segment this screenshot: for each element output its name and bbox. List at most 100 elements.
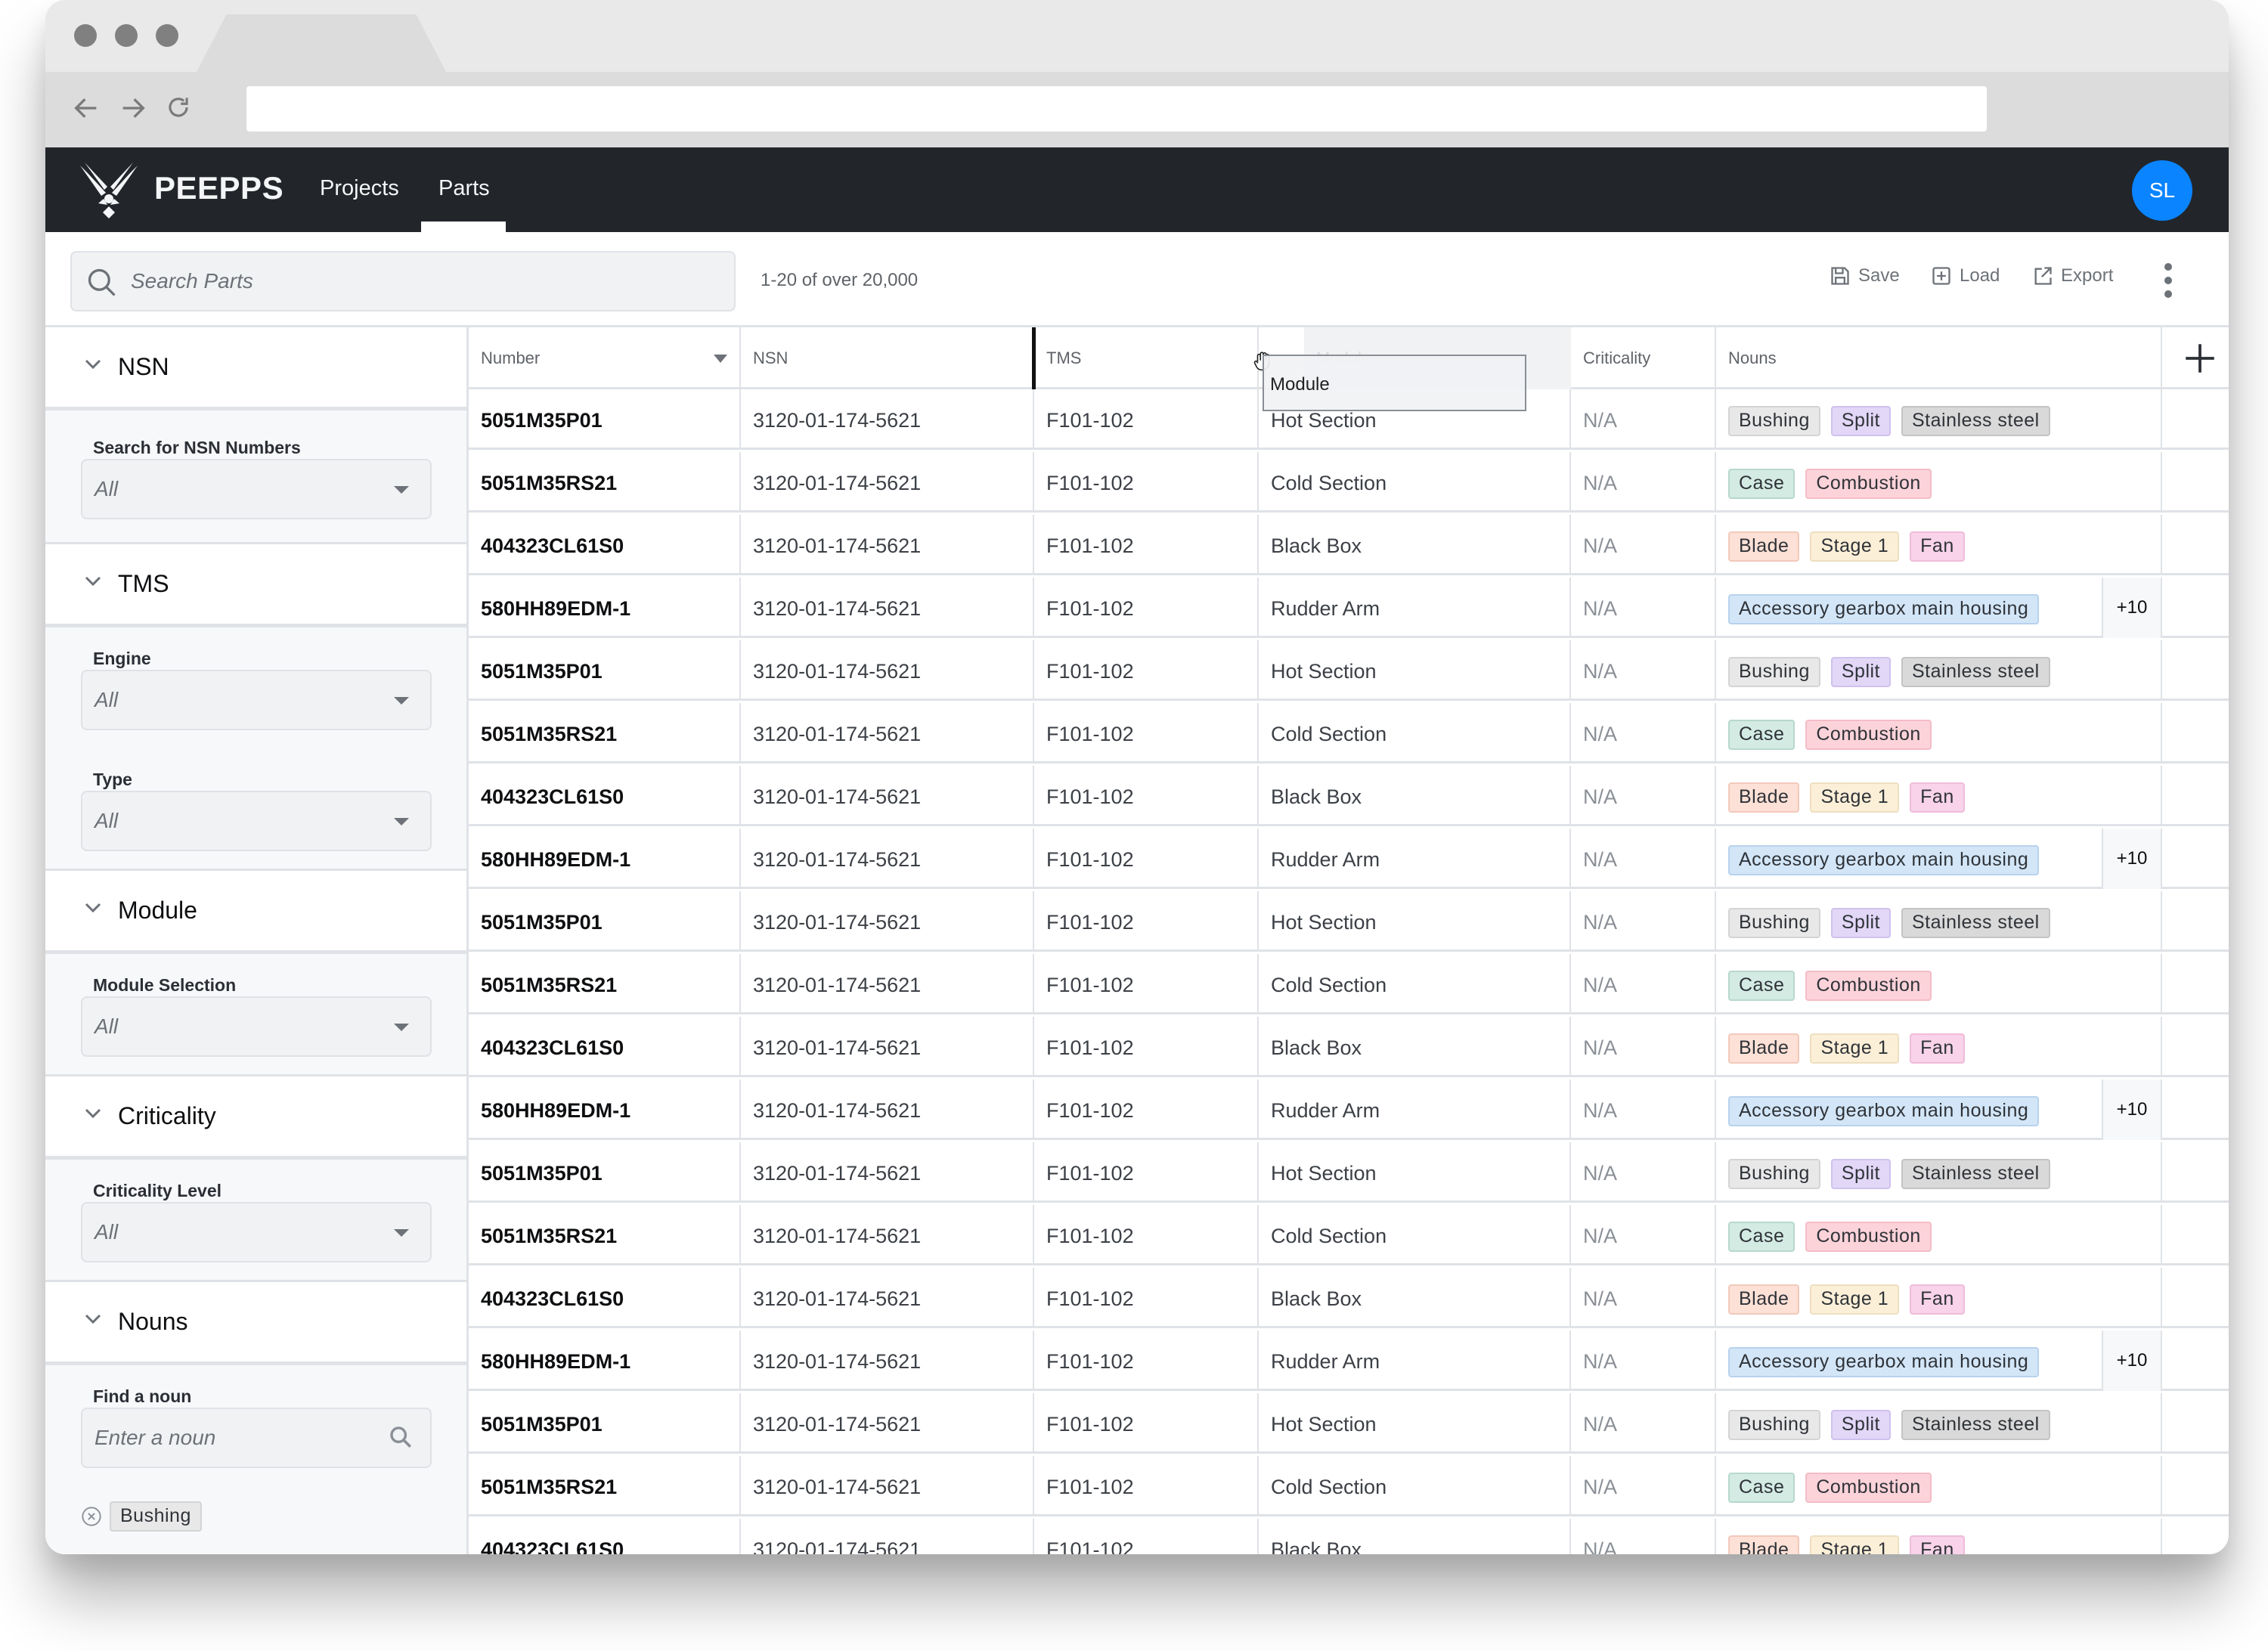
noun-tag[interactable]: Case: [1728, 720, 1796, 750]
noun-tag[interactable]: Case: [1728, 469, 1796, 499]
table-row[interactable]: 5051M35RS21 3120-01-174-5621 F101-102 Cold …: [469, 1205, 2229, 1265]
noun-tag[interactable]: Blade: [1728, 1535, 1800, 1554]
type-select[interactable]: All: [81, 791, 432, 851]
filter-section-nsn-header[interactable]: NSN: [45, 327, 466, 410]
table-row[interactable]: 404323CL61S0 3120-01-174-5621 F101-102 Blac…: [469, 1017, 2229, 1077]
column-header-nsn[interactable]: NSN: [741, 327, 1034, 389]
nsn-select[interactable]: All: [81, 459, 432, 519]
noun-tag[interactable]: Fan: [1910, 782, 1965, 813]
user-avatar[interactable]: SL: [2132, 160, 2192, 221]
noun-tag[interactable]: Bushing: [1728, 657, 1820, 687]
table-row[interactable]: 5051M35P01 3120-01-174-5621 F101-102 Hot Se…: [469, 1393, 2229, 1454]
noun-tag[interactable]: Case: [1728, 971, 1796, 1001]
nav-projects[interactable]: Projects: [320, 176, 399, 201]
noun-tag[interactable]: Blade: [1728, 531, 1800, 562]
filter-section-tms-header[interactable]: TMS: [45, 544, 466, 627]
noun-tag[interactable]: Accessory gearbox main housing: [1728, 845, 2040, 875]
plus-icon[interactable]: [2181, 339, 2219, 377]
kebab-menu-icon[interactable]: [2161, 261, 2176, 299]
noun-tag[interactable]: Split: [1830, 908, 1891, 938]
noun-tag[interactable]: Stage 1: [1810, 1033, 1900, 1064]
noun-search-input[interactable]: Enter a noun: [81, 1408, 432, 1468]
noun-tag[interactable]: Bushing: [1728, 406, 1820, 436]
noun-tag[interactable]: Stainless steel: [1901, 908, 2050, 938]
noun-tag[interactable]: Combustion: [1805, 1473, 1932, 1503]
table-row[interactable]: 404323CL61S0 3120-01-174-5621 F101-102 Blac…: [469, 515, 2229, 575]
table-row[interactable]: 580HH89EDM-1 3120-01-174-5621 F101-102 Rudd…: [469, 829, 2229, 889]
table-row[interactable]: 5051M35RS21 3120-01-174-5621 F101-102 Cold …: [469, 1456, 2229, 1516]
noun-tag[interactable]: Split: [1830, 1410, 1891, 1440]
noun-tag[interactable]: Stage 1: [1810, 1284, 1900, 1315]
noun-tag[interactable]: Stage 1: [1810, 782, 1900, 813]
column-header-tms[interactable]: TMS: [1034, 327, 1259, 389]
filter-section-criticality-header[interactable]: Criticality: [45, 1076, 466, 1160]
search-icon[interactable]: [388, 1424, 414, 1450]
noun-tag[interactable]: Combustion: [1805, 720, 1932, 750]
window-minimize-dot[interactable]: [115, 24, 138, 47]
noun-tag[interactable]: Fan: [1910, 1284, 1965, 1315]
table-row[interactable]: 5051M35P01 3120-01-174-5621 F101-102 Hot Se…: [469, 891, 2229, 952]
load-button[interactable]: Load: [1931, 265, 2000, 287]
table-row[interactable]: 5051M35RS21 3120-01-174-5621 F101-102 Cold …: [469, 703, 2229, 764]
sort-desc-icon[interactable]: [714, 355, 727, 363]
column-header-criticality[interactable]: Criticality: [1571, 327, 1716, 389]
noun-tag[interactable]: Combustion: [1805, 469, 1932, 499]
table-row[interactable]: 580HH89EDM-1 3120-01-174-5621 F101-102 Rudd…: [469, 578, 2229, 638]
export-button[interactable]: Export: [2032, 265, 2113, 287]
noun-tag[interactable]: Bushing: [1728, 1410, 1820, 1440]
noun-tag[interactable]: Stainless steel: [1901, 1410, 2050, 1440]
window-maximize-dot[interactable]: [156, 24, 178, 47]
table-row[interactable]: 5051M35RS21 3120-01-174-5621 F101-102 Cold …: [469, 954, 2229, 1014]
noun-tag[interactable]: Split: [1830, 406, 1891, 436]
url-bar[interactable]: [246, 86, 1987, 132]
noun-tag[interactable]: Combustion: [1805, 1222, 1932, 1252]
noun-tag[interactable]: Blade: [1728, 1284, 1800, 1315]
noun-tag[interactable]: Combustion: [1805, 971, 1932, 1001]
reload-icon[interactable]: [162, 93, 195, 126]
more-nouns-count[interactable]: +10: [2102, 829, 2162, 889]
noun-tag[interactable]: Split: [1830, 1159, 1891, 1189]
nav-parts[interactable]: Parts: [438, 176, 490, 201]
filter-section-nouns-header[interactable]: Nouns: [45, 1282, 466, 1365]
more-nouns-count[interactable]: +10: [2102, 578, 2162, 638]
table-row[interactable]: 580HH89EDM-1 3120-01-174-5621 F101-102 Rudd…: [469, 1330, 2229, 1391]
noun-tag[interactable]: Stainless steel: [1901, 1159, 2050, 1189]
arrow-right-icon[interactable]: [116, 93, 150, 126]
browser-tab[interactable]: [197, 14, 446, 72]
filter-section-module-header[interactable]: Module: [45, 871, 466, 954]
noun-tag[interactable]: Accessory gearbox main housing: [1728, 594, 2040, 624]
column-header-nouns[interactable]: Nouns: [1716, 327, 2162, 389]
table-row[interactable]: 404323CL61S0 3120-01-174-5621 F101-102 Blac…: [469, 766, 2229, 826]
window-close-dot[interactable]: [74, 24, 97, 47]
more-nouns-count[interactable]: +10: [2102, 1080, 2162, 1140]
noun-tag[interactable]: Case: [1728, 1222, 1796, 1252]
criticality-select[interactable]: All: [81, 1202, 432, 1262]
noun-tag[interactable]: Case: [1728, 1473, 1796, 1503]
dragging-column-ghost[interactable]: Module: [1263, 355, 1526, 411]
more-nouns-count[interactable]: +10: [2102, 1330, 2162, 1391]
module-select[interactable]: All: [81, 996, 432, 1057]
table-row[interactable]: 404323CL61S0 3120-01-174-5621 F101-102 Blac…: [469, 1268, 2229, 1328]
table-row[interactable]: 404323CL61S0 3120-01-174-5621 F101-102 Blac…: [469, 1519, 2229, 1554]
noun-tag[interactable]: Bushing: [1728, 1159, 1820, 1189]
noun-tag[interactable]: Fan: [1910, 1033, 1965, 1064]
search-parts-input[interactable]: Search Parts: [70, 251, 736, 311]
table-row[interactable]: 5051M35P01 3120-01-174-5621 F101-102 Hot Se…: [469, 1142, 2229, 1203]
app-brand[interactable]: PEEPPS: [154, 170, 284, 206]
table-row[interactable]: 5051M35P01 3120-01-174-5621 F101-102 Hot Se…: [469, 640, 2229, 701]
table-row[interactable]: 5051M35RS21 3120-01-174-5621 F101-102 Cold …: [469, 452, 2229, 513]
save-button[interactable]: Save: [1830, 265, 1900, 287]
table-row[interactable]: 580HH89EDM-1 3120-01-174-5621 F101-102 Rudd…: [469, 1080, 2229, 1140]
noun-tag[interactable]: Accessory gearbox main housing: [1728, 1347, 2040, 1377]
noun-tag[interactable]: Stage 1: [1810, 1535, 1900, 1554]
noun-tag[interactable]: Bushing: [1728, 908, 1820, 938]
noun-tag[interactable]: Fan: [1910, 531, 1965, 562]
noun-tag[interactable]: Stage 1: [1810, 531, 1900, 562]
noun-tag[interactable]: Stainless steel: [1901, 406, 2050, 436]
noun-tag[interactable]: Blade: [1728, 782, 1800, 813]
remove-circle-icon[interactable]: [81, 1506, 102, 1527]
noun-tag[interactable]: Stainless steel: [1901, 657, 2050, 687]
noun-tag[interactable]: Split: [1830, 657, 1891, 687]
column-header-number[interactable]: Number: [469, 327, 741, 389]
engine-select[interactable]: All: [81, 670, 432, 730]
